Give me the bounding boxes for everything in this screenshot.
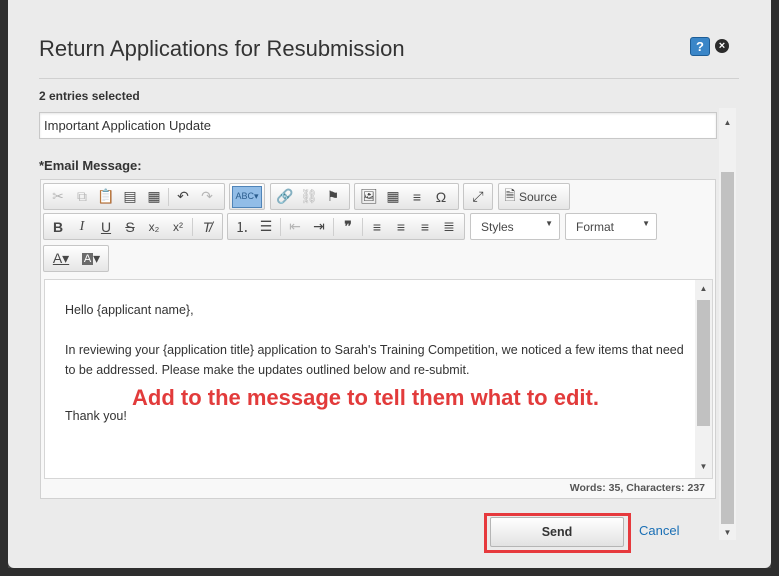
send-button[interactable]: Send: [490, 517, 624, 547]
instruction-annotation: Add to the message to tell them what to …: [132, 385, 599, 410]
underline-icon[interactable]: U: [94, 216, 118, 238]
subject-input[interactable]: [39, 112, 717, 139]
chevron-down-icon: ▼: [545, 219, 553, 228]
message-body[interactable]: Hello {applicant name}, In reviewing you…: [65, 300, 685, 446]
redo-icon[interactable]: ↷: [195, 186, 219, 208]
toolbar-separator: [362, 217, 363, 236]
page-edge-right: [771, 0, 779, 576]
bulleted-list-icon[interactable]: ☰: [254, 216, 278, 238]
spellcheck-icon[interactable]: ABC▾: [232, 185, 262, 208]
strikethrough-icon[interactable]: S: [118, 216, 142, 238]
editor-content[interactable]: Hello {applicant name}, In reviewing you…: [44, 279, 713, 479]
cancel-link[interactable]: Cancel: [639, 523, 679, 538]
scroll-up-icon[interactable]: ▲: [719, 118, 736, 127]
divider: [39, 78, 739, 79]
scroll-down-icon[interactable]: ▼: [695, 462, 712, 471]
source-button-label[interactable]: Source: [519, 190, 557, 204]
styles-label: Styles: [481, 220, 514, 234]
word-count: Words: 35, Characters: 237: [569, 482, 705, 494]
styles-dropdown[interactable]: Styles ▼: [470, 213, 560, 240]
message-paragraph: In reviewing your {application title} ap…: [65, 343, 684, 377]
align-center-icon[interactable]: ≡: [389, 216, 413, 238]
scrollbar-thumb[interactable]: [721, 172, 734, 524]
message-greeting: Hello {applicant name},: [65, 303, 194, 317]
rich-text-editor: ✂ ⧉ 📋 ▤ ▦ ↶ ↷ ABC▾ 🔗 ⛓ ⚑ 🖼 ▦ ≡ Ω ⤢ 🗎 Sou…: [40, 179, 716, 499]
indent-icon[interactable]: ⇥: [307, 216, 331, 238]
entries-selected-label: 2 entries selected: [39, 89, 140, 103]
clipboard-group: ✂ ⧉ 📋 ▤ ▦ ↶ ↷: [43, 183, 225, 210]
close-icon[interactable]: ×: [715, 39, 729, 53]
maximize-group: ⤢: [463, 183, 493, 210]
copy-icon[interactable]: ⧉: [70, 186, 94, 208]
paste-text-icon[interactable]: ▤: [118, 186, 142, 208]
insert-group: 🖼 ▦ ≡ Ω: [354, 183, 459, 210]
toolbar-separator: [192, 217, 193, 236]
table-icon[interactable]: ▦: [381, 186, 405, 208]
paste-icon[interactable]: 📋: [94, 186, 118, 208]
source-group: 🗎 Source: [498, 183, 570, 210]
paste-word-icon[interactable]: ▦: [142, 186, 166, 208]
unlink-icon[interactable]: ⛓: [297, 186, 321, 208]
format-label: Format: [576, 220, 615, 234]
remove-format-icon[interactable]: T̸: [195, 216, 219, 238]
subscript-icon[interactable]: x₂: [142, 216, 166, 238]
special-char-icon[interactable]: Ω: [429, 186, 453, 208]
chevron-down-icon: ▼: [642, 219, 650, 228]
link-icon[interactable]: 🔗: [273, 186, 297, 208]
anchor-icon[interactable]: ⚑: [321, 186, 345, 208]
bold-icon[interactable]: B: [46, 216, 70, 238]
superscript-icon[interactable]: x²: [166, 216, 190, 238]
scroll-up-icon[interactable]: ▲: [695, 284, 712, 293]
blockquote-icon[interactable]: ❞: [336, 216, 360, 238]
maximize-icon[interactable]: ⤢: [466, 186, 490, 208]
basic-style-group: B I U S x₂ x² T̸: [43, 213, 223, 240]
dialog-body: *Email Message: ✂ ⧉ 📋 ▤ ▦ ↶ ↷ ABC▾: [39, 108, 739, 504]
align-left-icon[interactable]: ≡: [365, 216, 389, 238]
dialog-title: Return Applications for Resubmission: [39, 36, 405, 61]
link-group: 🔗 ⛓ ⚑: [270, 183, 350, 210]
scroll-down-icon[interactable]: ▼: [719, 528, 736, 537]
page-edge-left: [0, 0, 8, 576]
paragraph-group: ⒈ ☰ ⇤ ⇥ ❞ ≡ ≡ ≡ ≣: [227, 213, 465, 240]
toolbar-separator: [168, 187, 169, 206]
page-edge-bottom: [0, 568, 779, 576]
toolbar-separator: [280, 217, 281, 236]
scrollbar-thumb[interactable]: [697, 300, 710, 426]
horizontal-line-icon[interactable]: ≡: [405, 186, 429, 208]
email-message-label: *Email Message:: [39, 158, 142, 173]
toolbar-separator: [333, 217, 334, 236]
undo-icon[interactable]: ↶: [171, 186, 195, 208]
color-group: A▾ A ▾: [43, 245, 109, 272]
cut-icon[interactable]: ✂: [46, 186, 70, 208]
outdent-icon[interactable]: ⇤: [283, 216, 307, 238]
image-icon[interactable]: 🖼: [357, 186, 381, 208]
editor-scrollbar[interactable]: ▲ ▼: [695, 280, 712, 478]
dialog-scrollbar[interactable]: ▲ ▼: [719, 108, 736, 540]
numbered-list-icon[interactable]: ⒈: [230, 216, 254, 238]
justify-icon[interactable]: ≣: [437, 216, 461, 238]
format-dropdown[interactable]: Format ▼: [565, 213, 657, 240]
help-button[interactable]: ?: [690, 37, 710, 56]
align-right-icon[interactable]: ≡: [413, 216, 437, 238]
source-icon[interactable]: 🗎: [501, 186, 519, 208]
background-color-icon[interactable]: A ▾: [76, 248, 106, 270]
text-color-icon[interactable]: A▾: [46, 248, 76, 270]
italic-icon[interactable]: I: [70, 216, 94, 238]
spellcheck-group: ABC▾: [229, 183, 265, 210]
resubmission-dialog: Return Applications for Resubmission ? ×…: [8, 0, 771, 568]
